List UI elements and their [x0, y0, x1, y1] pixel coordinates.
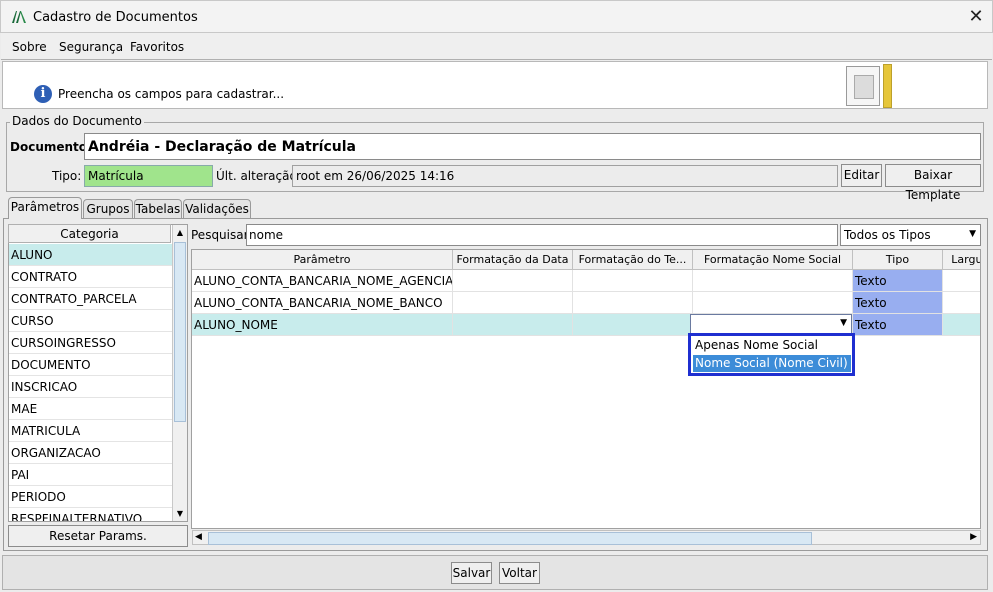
type-filter-value: Todos os Tipos [844, 228, 931, 242]
option-nome-social-civil[interactable]: Nome Social (Nome Civil) [693, 355, 851, 372]
menu-favoritos[interactable]: Favoritos [130, 40, 184, 54]
col-parametro[interactable]: Parâmetro [192, 250, 453, 270]
group-title: Dados do Documento [10, 114, 144, 128]
chevron-down-icon: ▼ [969, 229, 976, 239]
tab-validacoes[interactable]: Validações [183, 199, 251, 218]
category-item[interactable]: MATRICULA [9, 420, 172, 442]
menu-sobre[interactable]: Sobre [12, 40, 47, 54]
table-row[interactable]: ALUNO_CONTA_BANCARIA_NOME_AGENCIA Texto [192, 270, 980, 292]
date-format-cell[interactable] [453, 270, 573, 292]
col-formatacao-nome-social[interactable]: Formatação Nome Social [693, 250, 853, 270]
date-format-cell[interactable] [453, 292, 573, 314]
window-title: Cadastro de Documentos [33, 10, 198, 25]
close-icon[interactable]: ✕ [965, 6, 987, 28]
scroll-up-icon[interactable]: ▲ [173, 225, 187, 240]
tipo-cell[interactable]: Texto [853, 270, 943, 292]
social-name-cell[interactable] [693, 292, 853, 314]
category-item[interactable]: CONTRATO [9, 266, 172, 288]
largura-cell[interactable] [943, 292, 980, 314]
documento-label: Documento: [10, 140, 92, 154]
table-row-selected[interactable]: ALUNO_NOME Texto [192, 314, 980, 336]
social-name-dropdown: Apenas Nome Social Nome Social (Nome Civ… [688, 333, 855, 376]
menu-bar: Sobre Segurança Favoritos [1, 33, 992, 60]
category-item[interactable]: ORGANIZACAO [9, 442, 172, 464]
documento-field[interactable]: Andréia - Declaração de Matrícula [84, 133, 981, 160]
footer-bar [2, 555, 988, 590]
category-scrollbar[interactable]: ▲ ▼ [172, 225, 187, 521]
largura-cell[interactable] [943, 314, 980, 336]
app-logo-icon [12, 11, 26, 23]
menu-seguranca[interactable]: Segurança [59, 40, 123, 54]
text-format-cell[interactable] [573, 270, 693, 292]
category-item[interactable]: INSCRICAO [9, 376, 172, 398]
search-input[interactable]: nome [246, 224, 838, 246]
info-message: Preencha os campos para cadastrar... [58, 87, 285, 101]
chevron-down-icon: ▼ [840, 318, 847, 328]
scroll-left-icon[interactable]: ◀ [195, 532, 202, 542]
option-apenas-nome-social[interactable]: Apenas Nome Social [693, 337, 851, 354]
category-item[interactable]: CURSOINGRESSO [9, 332, 172, 354]
tipo-cell[interactable]: Texto [853, 314, 943, 336]
text-format-cell[interactable] [573, 314, 693, 336]
date-format-cell[interactable] [453, 314, 573, 336]
tab-tabelas[interactable]: Tabelas [134, 199, 182, 218]
tab-parametros[interactable]: Parâmetros [8, 197, 82, 219]
category-item[interactable]: PAI [9, 464, 172, 486]
edit-button[interactable]: Editar [841, 164, 882, 187]
category-item[interactable]: DOCUMENTO [9, 354, 172, 376]
title-bar: Cadastro de Documentos ✕ [0, 0, 993, 33]
category-item[interactable]: CONTRATO_PARCELA [9, 288, 172, 310]
category-item[interactable]: MAE [9, 398, 172, 420]
tab-grupos[interactable]: Grupos [83, 199, 133, 218]
social-name-combo[interactable]: ▼ [690, 314, 852, 334]
horizontal-scroll-thumb[interactable] [208, 532, 812, 545]
scroll-down-icon[interactable]: ▼ [173, 506, 187, 521]
download-template-button[interactable]: Baixar Template [885, 164, 981, 202]
table-row[interactable]: ALUNO_CONTA_BANCARIA_NOME_BANCO Texto [192, 292, 980, 314]
thumbnail-side-bar [883, 64, 892, 108]
param-cell[interactable]: ALUNO_NOME [192, 314, 453, 336]
reset-params-button[interactable]: Resetar Params. [8, 525, 188, 547]
search-label: Pesquisar: [191, 228, 253, 242]
parameters-table: Parâmetro Formatação da Data Formatação … [191, 249, 981, 529]
largura-cell[interactable] [943, 270, 980, 292]
tipo-field[interactable]: Matrícula [84, 165, 213, 187]
category-scroll-thumb[interactable] [174, 242, 186, 422]
category-list: ALUNO CONTRATO CONTRATO_PARCELA CURSO CURSOI… [8, 224, 188, 522]
scroll-right-icon[interactable]: ▶ [970, 532, 977, 542]
ult-alteracao-label: Últ. alteração: [216, 169, 301, 183]
info-header [2, 61, 988, 109]
col-largura[interactable]: Largura [943, 250, 980, 270]
col-formatacao-texto[interactable]: Formatação do Te... [573, 250, 693, 270]
col-tipo[interactable]: Tipo [853, 250, 943, 270]
tipo-label: Tipo: [52, 169, 82, 183]
category-item[interactable]: RESPFINALTERNATIVO [9, 508, 172, 521]
param-cell[interactable]: ALUNO_CONTA_BANCARIA_NOME_AGENCIA [192, 270, 453, 292]
text-format-cell[interactable] [573, 292, 693, 314]
col-formatacao-data[interactable]: Formatação da Data [453, 250, 573, 270]
tipo-cell[interactable]: Texto [853, 292, 943, 314]
ult-alteracao-field: root em 26/06/2025 14:16 [292, 165, 838, 187]
type-filter-select[interactable]: Todos os Tipos ▼ [840, 224, 981, 246]
param-cell[interactable]: ALUNO_CONTA_BANCARIA_NOME_BANCO [192, 292, 453, 314]
category-item[interactable]: CURSO [9, 310, 172, 332]
table-horizontal-scrollbar[interactable]: ◀ ▶ [192, 530, 981, 545]
social-name-cell[interactable] [693, 270, 853, 292]
category-item[interactable]: PERIODO [9, 486, 172, 508]
document-thumbnail-icon [846, 66, 880, 106]
info-icon: i [34, 85, 52, 103]
back-button[interactable]: Voltar [499, 562, 540, 584]
category-item[interactable]: ALUNO [9, 244, 172, 266]
category-header: Categoria [8, 224, 171, 243]
save-button[interactable]: Salvar [451, 562, 492, 584]
